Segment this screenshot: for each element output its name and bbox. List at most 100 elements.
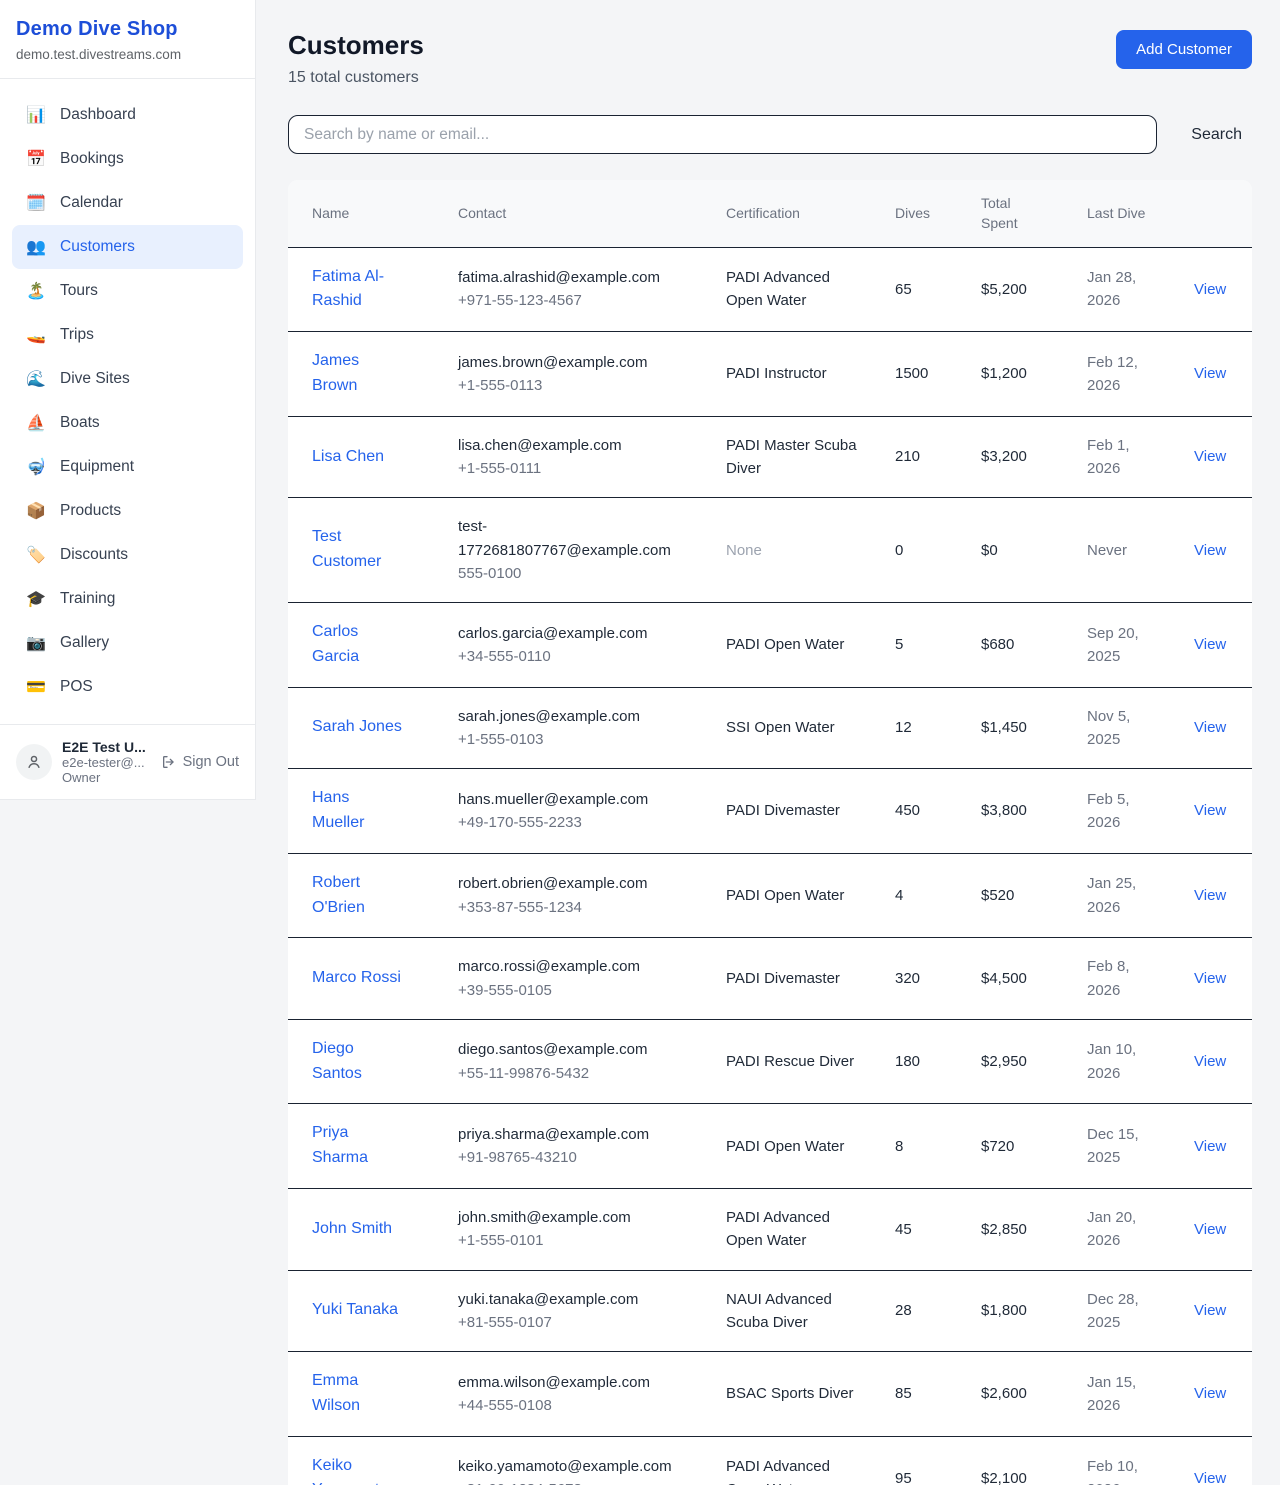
customer-phone: +55-11-99876-5432 [458,1062,690,1085]
sidebar-item-equipment[interactable]: 🤿 Equipment [12,445,243,489]
customer-name-link[interactable]: Test Customer [312,528,381,570]
view-customer-link[interactable]: View [1194,802,1226,819]
user-icon [25,753,43,771]
main-content: Customers 15 total customers Add Custome… [256,0,1280,1485]
customer-phone: +1-555-0101 [458,1229,690,1252]
sidebar-item-customers[interactable]: 👥 Customers [12,225,243,269]
view-customer-link[interactable]: View [1194,1221,1226,1238]
customer-certification: NAUI Advanced Scuba Diver [726,1291,832,1331]
customer-email: emma.wilson@example.com [458,1371,690,1394]
customer-name-link[interactable]: Carlos Garcia [312,623,359,665]
customer-name-link[interactable]: John Smith [312,1220,392,1237]
customer-name-link[interactable]: Fatima Al-Rashid [312,268,384,310]
search-button[interactable]: Search [1181,120,1252,150]
sign-out-button[interactable]: Sign Out [161,754,239,770]
customer-email: keiko.yamamoto@example.com [458,1455,690,1478]
sidebar-item-gallery[interactable]: 📷 Gallery [12,621,243,665]
customer-name-link[interactable]: Sarah Jones [312,718,402,735]
customer-name-link[interactable]: Marco Rossi [312,969,401,986]
view-customer-link[interactable]: View [1194,1385,1226,1402]
customer-email: john.smith@example.com [458,1206,690,1229]
customer-name-link[interactable]: Robert O'Brien [312,874,365,916]
view-customer-link[interactable]: View [1194,542,1226,559]
sidebar-item-training[interactable]: 🎓 Training [12,577,243,621]
view-customer-link[interactable]: View [1194,448,1226,465]
sidebar-item-calendar[interactable]: 🗓️ Calendar [12,181,243,225]
col-header-last-dive: Last Dive [1063,180,1170,247]
customer-phone: +44-555-0108 [458,1394,690,1417]
customer-email: test-1772681807767@example.com [458,515,690,562]
customer-name-link[interactable]: Priya Sharma [312,1124,368,1166]
calendar-icon: 🗓️ [26,193,46,213]
view-customer-link[interactable]: View [1194,970,1226,987]
customer-email: fatima.alrashid@example.com [458,266,690,289]
customer-phone: +81-555-0107 [458,1311,690,1334]
customer-dives: 12 [895,719,912,736]
customer-name-link[interactable]: Emma Wilson [312,1372,360,1414]
col-header-total-spent: Total Spent [957,180,1063,247]
customer-last-dive: Never [1087,542,1127,559]
customer-count: 15 total customers [288,69,424,87]
bookings-icon: 📅 [26,149,46,169]
page-title: Customers [288,30,424,61]
view-customer-link[interactable]: View [1194,887,1226,904]
customer-name-link[interactable]: Keiko Yamamoto [312,1457,388,1485]
customer-last-dive: Feb 10, 2026 [1087,1458,1138,1485]
view-customer-link[interactable]: View [1194,719,1226,736]
app-window: Demo Dive Shop demo.test.divestreams.com… [0,0,1280,1485]
add-customer-button[interactable]: Add Customer [1116,30,1252,69]
view-customer-link[interactable]: View [1194,1053,1226,1070]
customer-email: sarah.jones@example.com [458,705,690,728]
view-customer-link[interactable]: View [1194,1470,1226,1485]
table-row: Keiko Yamamoto keiko.yamamoto@example.co… [288,1436,1252,1485]
view-customer-link[interactable]: View [1194,1302,1226,1319]
sidebar-item-discounts[interactable]: 🏷️ Discounts [12,533,243,577]
customer-name-link[interactable]: Diego Santos [312,1040,362,1082]
sidebar-item-dive-sites[interactable]: 🌊 Dive Sites [12,357,243,401]
search-input[interactable] [288,115,1157,154]
sign-out-icon [161,754,177,770]
customer-phone: 555-0100 [458,562,690,585]
customer-total-spent: $520 [981,887,1014,904]
customers-icon: 👥 [26,237,46,257]
customer-phone: +1-555-0113 [458,374,690,397]
customer-name-link[interactable]: Hans Mueller [312,789,364,831]
customer-certification: PADI Divemaster [726,802,840,819]
customer-total-spent: $5,200 [981,281,1027,298]
view-customer-link[interactable]: View [1194,1138,1226,1155]
customer-phone: +1-555-0103 [458,728,690,751]
app-title[interactable]: Demo Dive Shop [16,18,239,41]
customer-total-spent: $2,100 [981,1470,1027,1485]
sidebar-item-boats[interactable]: ⛵ Boats [12,401,243,445]
table-row: Yuki Tanaka yuki.tanaka@example.com +81-… [288,1270,1252,1352]
view-customer-link[interactable]: View [1194,636,1226,653]
sidebar-item-products[interactable]: 📦 Products [12,489,243,533]
customer-dives: 28 [895,1302,912,1319]
customer-name-link[interactable]: James Brown [312,352,359,394]
sidebar-item-trips[interactable]: 🚤 Trips [12,313,243,357]
sidebar-item-pos[interactable]: 💳 POS [12,665,243,709]
view-customer-link[interactable]: View [1194,281,1226,298]
customer-certification: PADI Advanced Open Water [726,1209,830,1249]
sidebar-item-bookings[interactable]: 📅 Bookings [12,137,243,181]
customer-email: lisa.chen@example.com [458,434,690,457]
customer-phone: +91-98765-43210 [458,1146,690,1169]
view-customer-link[interactable]: View [1194,365,1226,382]
customer-name-link[interactable]: Yuki Tanaka [312,1301,398,1318]
customer-certification: PADI Open Water [726,1138,844,1155]
table-row: Priya Sharma priya.sharma@example.com +9… [288,1104,1252,1189]
table-row: Marco Rossi marco.rossi@example.com +39-… [288,938,1252,1020]
customer-last-dive: Dec 28, 2025 [1087,1291,1139,1331]
customer-name-link[interactable]: Lisa Chen [312,448,384,465]
sidebar: Demo Dive Shop demo.test.divestreams.com… [0,0,256,800]
customer-dives: 65 [895,281,912,298]
user-role: Owner [62,770,151,785]
customer-dives: 5 [895,636,903,653]
sidebar-item-tours[interactable]: 🏝️ Tours [12,269,243,313]
equipment-icon: 🤿 [26,457,46,477]
table-header-row: Name Contact Certification Dives Total S… [288,180,1252,247]
sidebar-item-dashboard[interactable]: 📊 Dashboard [12,93,243,137]
app-domain: demo.test.divestreams.com [16,47,239,62]
customers-table: Name Contact Certification Dives Total S… [288,180,1252,1485]
table-row: Test Customer test-1772681807767@example… [288,498,1252,603]
